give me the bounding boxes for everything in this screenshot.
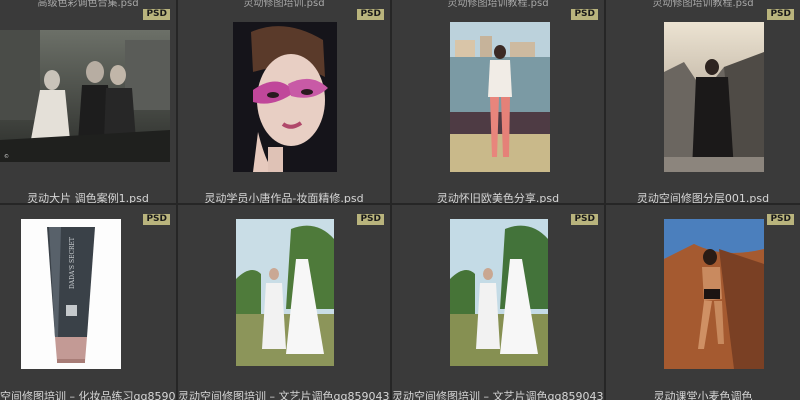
file-tile-5[interactable]: PSD DADA'S SECRET 空间修图培训 – 化妆品练习qq859043…: [0, 205, 176, 400]
file-name: 灵动空间修图培训 – 文艺片调色qq85904361 (1).psd: [178, 390, 390, 400]
psd-badge: PSD: [571, 214, 598, 225]
file-tile-2[interactable]: 灵动修图培训.psd PSD 灵动学员小唐作品-妆面精修.psd: [178, 0, 390, 203]
file-name: 空间修图培训 – 化妆品练习qq85904361-2.psd: [0, 390, 176, 400]
thumbnail-image: [664, 22, 764, 172]
psd-badge: PSD: [357, 9, 384, 20]
file-name-above: 高级色彩调色合集.psd: [37, 0, 139, 9]
file-tile-3[interactable]: 灵动修图培训教程.psd PSD 灵动怀旧欧美色分享.psd: [392, 0, 604, 203]
file-name: 灵动课堂小麦色调色: [653, 390, 753, 400]
file-tile-4[interactable]: 灵动修图培训教程.psd PSD 灵动空间修图分层001.psd: [606, 0, 800, 203]
grid-divider: [390, 0, 392, 400]
thumbnail-image: DADA'S SECRET: [21, 219, 121, 369]
psd-badge: PSD: [143, 214, 170, 225]
psd-badge: PSD: [767, 214, 794, 225]
thumbnail-image: ©: [0, 30, 170, 162]
file-name-above: 灵动修图培训教程.psd: [447, 0, 549, 9]
product-brand-text: DADA'S SECRET: [69, 237, 76, 289]
file-name: 灵动大片 调色案例1.psd: [27, 192, 149, 203]
file-thumbnail-grid: 高级色彩调色合集.psd PSD © 灵动大片 调色案例1.psd 灵动修图培训…: [0, 0, 800, 400]
grid-divider: [176, 0, 178, 400]
file-name: 灵动怀旧欧美色分享.psd: [436, 192, 560, 203]
svg-text:©: ©: [4, 153, 9, 160]
grid-divider: [0, 203, 800, 205]
thumbnail-image: [450, 219, 548, 366]
thumbnail-image: [236, 219, 334, 366]
file-tile-8[interactable]: PSD 灵动课堂小麦色调色: [606, 205, 800, 400]
psd-badge: PSD: [571, 9, 598, 20]
thumbnail-image: [233, 22, 337, 172]
file-tile-7[interactable]: PSD 灵动空间修图培训 – 文艺片调色qq85904361.psd: [392, 205, 604, 400]
file-name: 灵动空间修图分层001.psd: [636, 192, 770, 203]
thumbnail-image: [664, 219, 764, 369]
file-name: 灵动空间修图培训 – 文艺片调色qq85904361.psd: [392, 390, 604, 400]
file-tile-1[interactable]: 高级色彩调色合集.psd PSD © 灵动大片 调色案例1.psd: [0, 0, 176, 203]
psd-badge: PSD: [357, 214, 384, 225]
file-tile-6[interactable]: PSD 灵动空间修图培训 – 文艺片调色qq85904361 (1).psd: [178, 205, 390, 400]
thumbnail-image: [450, 22, 550, 172]
psd-badge: PSD: [767, 9, 794, 20]
file-name-above: 灵动修图培训教程.psd: [652, 0, 754, 9]
grid-divider: [604, 0, 606, 400]
file-name: 灵动学员小唐作品-妆面精修.psd: [204, 192, 364, 203]
file-name-above: 灵动修图培训.psd: [243, 0, 325, 9]
psd-badge: PSD: [143, 9, 170, 20]
